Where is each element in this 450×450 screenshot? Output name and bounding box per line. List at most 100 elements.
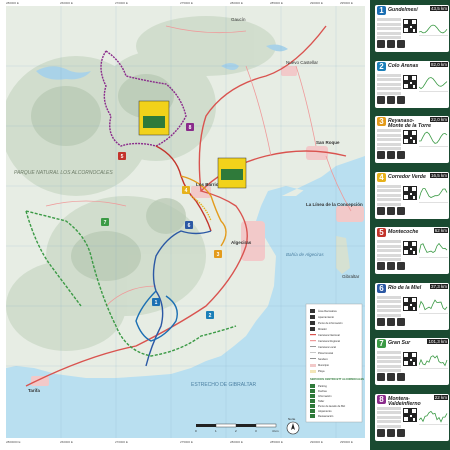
route-marker-1[interactable]: 1 — [152, 298, 160, 306]
route-icons — [377, 317, 447, 327]
time-icon — [397, 428, 405, 437]
difficulty-icon — [387, 262, 395, 270]
time-icon — [397, 262, 405, 270]
route-stats — [377, 240, 401, 263]
route-name: Río de la Miel — [388, 284, 422, 291]
route-number-badge: 6 — [377, 283, 386, 293]
svg-text:4: 4 — [185, 188, 188, 194]
route-card-header: 4 Corredor Verde 16,5 km — [375, 172, 449, 183]
grid-coord: 260000 E — [60, 440, 73, 444]
route-card-1[interactable]: 1 Gundelmesí 43,5 km — [375, 5, 449, 52]
svg-text:Área Recreativa: Área Recreativa — [318, 309, 337, 313]
bike-icon — [377, 206, 385, 215]
route-name: Colo Arenas — [388, 62, 419, 69]
route-stats — [377, 184, 401, 208]
qr-code-icon[interactable] — [403, 241, 417, 255]
route-marker-7[interactable]: 7 — [101, 218, 109, 226]
bike-icon — [377, 373, 385, 381]
svg-text:Norte: Norte — [288, 417, 296, 421]
route-card-7[interactable]: 7 Gran Sur 101,3 km — [375, 338, 449, 385]
elevation-profile — [419, 410, 448, 425]
route-icons — [377, 151, 447, 160]
route-number-badge: 1 — [377, 6, 386, 15]
qr-code-icon[interactable] — [403, 19, 417, 33]
route-card-6[interactable]: 6 Río de la Miel 37,3 km — [375, 282, 449, 330]
qr-code-icon[interactable] — [403, 74, 417, 89]
bike-icon — [377, 40, 385, 48]
svg-text:Punto de información: Punto de información — [318, 321, 343, 325]
route-number-badge: 3 — [377, 117, 386, 126]
route-stats — [377, 18, 401, 41]
route-marker-8[interactable]: 8 — [186, 123, 194, 131]
route-stats — [377, 129, 401, 152]
route-stats — [377, 73, 401, 97]
route-card-5[interactable]: 5 Montecoche 62 km — [375, 227, 449, 274]
qr-code-icon[interactable] — [403, 185, 417, 200]
route-marker-3[interactable]: 3 — [214, 250, 222, 258]
svg-text:7: 7 — [104, 220, 107, 226]
map-canvas: Gaucín Nuevo Castellar PARQUE NATURAL LO… — [6, 6, 365, 438]
route-distance: 16,5 km — [429, 172, 448, 178]
grid-coord: 290000 E — [310, 440, 323, 444]
route-distance: 101,3 km — [427, 339, 448, 344]
place-label-algeciras: Algeciras — [231, 240, 252, 245]
btt-center-marker-north[interactable] — [138, 100, 170, 136]
elevation-profile — [419, 355, 448, 369]
route-marker-6[interactable]: 6 — [185, 221, 193, 229]
route-card-8[interactable]: 8 Montera- Valdeinfierno 22 km — [375, 393, 449, 441]
svg-text:Sendero: Sendero — [318, 357, 328, 361]
place-label-la-linea: La Línea de la Concepción — [306, 202, 363, 207]
difficulty-icon — [387, 151, 395, 159]
route-card-header: 5 Montecoche 62 km — [375, 227, 449, 238]
svg-text:Parking: Parking — [318, 384, 327, 388]
trail-map[interactable]: Gaucín Nuevo Castellar PARQUE NATURAL LO… — [6, 6, 365, 438]
route-marker-2[interactable]: 2 — [206, 311, 214, 319]
qr-code-icon[interactable] — [403, 352, 417, 366]
svg-text:Alojamiento: Alojamiento — [318, 409, 332, 413]
svg-text:4 km: 4 km — [272, 429, 279, 433]
difficulty-icon — [387, 206, 395, 215]
svg-text:Municipio: Municipio — [318, 363, 330, 367]
route-number-badge: 2 — [377, 61, 386, 71]
route-number-badge: 5 — [377, 228, 386, 237]
route-card-header: 6 Río de la Miel 37,3 km — [375, 283, 449, 294]
route-card-3[interactable]: 3 Reyanaso- Monte de la Torre 22,0 km — [375, 116, 449, 163]
grid-coord: 295000 E — [340, 1, 353, 5]
route-card-2[interactable]: 2 Colo Arenas 82,0 km — [375, 60, 449, 108]
btt-center-marker-south[interactable] — [217, 157, 247, 189]
map-sheet: 280000 E 260000 E 270000 E 275000 E 2800… — [0, 0, 370, 450]
route-name: Montecoche — [388, 229, 419, 235]
grid-coord: 285000 E — [270, 440, 283, 444]
time-icon — [397, 373, 405, 381]
route-card-header: 7 Gran Sur 101,3 km — [375, 338, 449, 349]
elevation-profile — [419, 298, 448, 314]
place-label-bahia: Bahía de Algeciras — [286, 252, 324, 257]
qr-code-icon[interactable] — [403, 407, 417, 422]
difficulty-icon — [387, 428, 395, 437]
route-card-header: 1 Gundelmesí 43,5 km — [375, 5, 449, 16]
grid-coord: 2800000 E — [6, 440, 21, 444]
route-distance: 62 km — [433, 228, 448, 233]
route-number-badge: 8 — [377, 394, 386, 404]
bike-icon — [377, 95, 385, 104]
grid-coordinates-bottom: 2800000 E 260000 E 270000 E 275000 E 280… — [0, 438, 370, 450]
route-stats — [377, 406, 401, 430]
qr-code-icon[interactable] — [403, 296, 417, 311]
route-marker-5[interactable]: 5 — [118, 152, 126, 160]
route-card-4[interactable]: 4 Corredor Verde 16,5 km — [375, 171, 449, 219]
time-icon — [397, 317, 405, 326]
bike-icon — [377, 262, 385, 270]
route-icons — [377, 428, 447, 438]
place-label-parque: PARQUE NATURAL LOS ALCORNOCALES — [14, 170, 113, 176]
map-legend: Área Recreativa Aparcamiento Punto de in… — [305, 303, 364, 423]
svg-text:6: 6 — [188, 223, 191, 229]
svg-text:Pista forestal: Pista forestal — [318, 351, 333, 355]
time-icon — [397, 151, 405, 159]
grid-coord: 295000 E — [340, 440, 353, 444]
grid-coord: 290000 E — [310, 1, 323, 5]
route-distance: 43,5 km — [429, 6, 448, 11]
svg-text:Carretera Regional: Carretera Regional — [318, 339, 340, 343]
qr-code-icon[interactable] — [403, 130, 417, 144]
route-number-badge: 4 — [377, 172, 386, 182]
route-marker-4[interactable]: 4 — [182, 186, 190, 194]
